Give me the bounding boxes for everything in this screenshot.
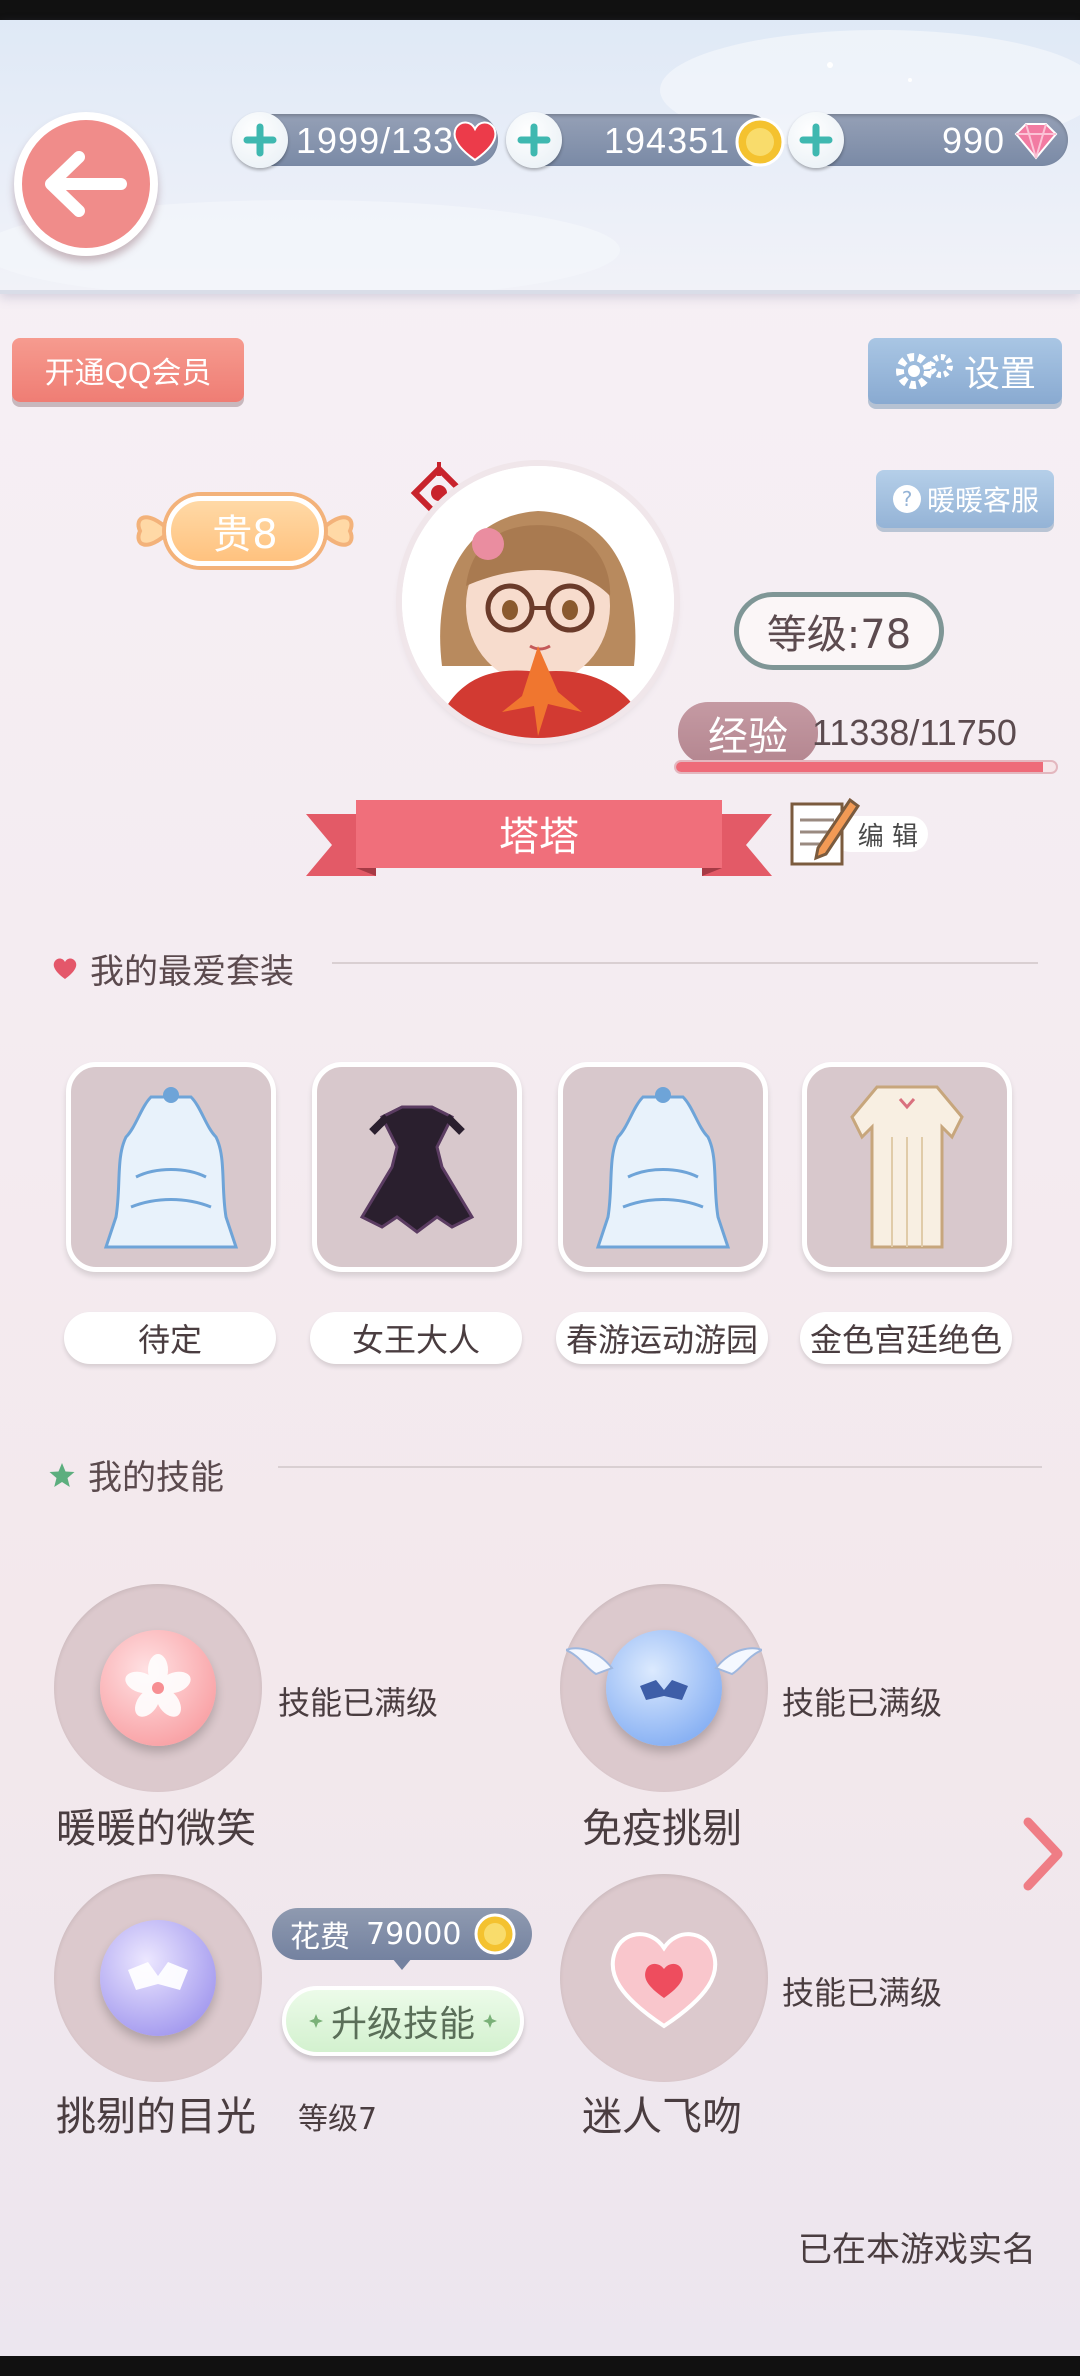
heart-kiss-icon — [610, 1932, 718, 2029]
question-icon: ? — [892, 485, 921, 513]
player-name: 塔塔 — [499, 814, 579, 860]
diamond-bar: 990 — [788, 112, 1068, 168]
favorites-title: 我的最爱套装 — [90, 952, 294, 992]
skill-4-name: 迷人飞吻 — [582, 2094, 742, 2140]
outfit-label-4: 金色宫廷绝色 — [800, 1312, 1012, 1364]
upgrade-label: 升级技能 — [330, 2004, 475, 2045]
blue-dress-icon — [595, 1087, 731, 1249]
heart-icon — [53, 957, 77, 979]
bottom-strip — [0, 2356, 1080, 2376]
skill-4-icon-button[interactable] — [560, 1874, 768, 2082]
favorites-divider — [332, 962, 1038, 964]
cream-dress-icon — [850, 1085, 964, 1249]
avatar-portrait — [402, 466, 674, 738]
sparkle-icon — [483, 2014, 497, 2028]
svg-text:?: ? — [902, 487, 913, 511]
status-strip — [0, 0, 1080, 20]
skill-2-icon-button[interactable] — [560, 1584, 768, 1792]
add-diamond-button[interactable] — [788, 112, 844, 168]
upgrade-cost-bubble: 花费 79000 — [272, 1908, 532, 1960]
noble-rank-label: 贵8 — [166, 496, 324, 566]
add-gold-button[interactable] — [506, 112, 562, 168]
realname-notice: 已在本游戏实名 — [798, 2230, 1036, 2270]
skill-3-name: 挑剔的目光 — [56, 2094, 256, 2140]
cost-label: 花费 — [290, 1920, 350, 1955]
gold-value: 194351 — [604, 120, 731, 161]
customer-service-button[interactable]: ? 暖暖客服 — [876, 470, 1054, 528]
outfit-slot-3[interactable] — [558, 1062, 768, 1272]
star-icon — [49, 1462, 75, 1487]
diamond-value: 990 — [942, 120, 1006, 161]
blue-dress-icon — [103, 1087, 239, 1249]
stamina-value: 1999/133 — [296, 120, 455, 161]
mask-icon — [100, 1920, 216, 2036]
gold-bar: 194351 — [506, 112, 785, 168]
settings-button[interactable]: 设置 — [868, 338, 1062, 404]
diamond-icon — [1014, 123, 1058, 160]
skill-1-icon-button[interactable] — [54, 1584, 262, 1792]
skill-3-icon-button[interactable] — [54, 1874, 262, 2082]
plus-icon — [517, 123, 551, 157]
favorites-section-title: 我的最爱套装 — [52, 944, 294, 993]
player-level: 等级:78 — [734, 592, 944, 670]
upgrade-skill-button[interactable]: 升级技能 — [282, 1986, 524, 2056]
exp-progress-bar — [674, 760, 1058, 774]
outfit-slot-2[interactable] — [312, 1062, 522, 1272]
noble-rank-badge[interactable]: 贵8 — [126, 488, 364, 574]
player-avatar[interactable] — [402, 466, 674, 738]
chevron-right-icon[interactable] — [1020, 1816, 1064, 1892]
outfit-label-3: 春游运动游园 — [556, 1312, 768, 1364]
skill-1-status: 技能已满级 — [278, 1684, 439, 1722]
plus-icon — [243, 123, 277, 157]
back-button[interactable] — [14, 112, 158, 256]
outfit-slot-1[interactable] — [66, 1062, 276, 1272]
outfit-slot-4[interactable] — [802, 1062, 1012, 1272]
sakura-icon — [100, 1630, 216, 1746]
settings-label: 设置 — [963, 354, 1036, 395]
skills-divider — [278, 1466, 1042, 1468]
black-dress-icon — [359, 1105, 475, 1234]
exp-label: 经验 — [678, 702, 818, 764]
gold-coin-icon — [735, 117, 785, 167]
cost-bubble-tail — [392, 1958, 412, 1970]
wings-decoration — [566, 1647, 762, 1676]
gear-icon — [895, 353, 953, 389]
service-label: 暖暖客服 — [926, 484, 1039, 517]
skill-2-status: 技能已满级 — [782, 1684, 943, 1722]
skill-2-name: 免疫挑剔 — [582, 1806, 742, 1852]
skill-3-level: 等级7 — [298, 2102, 378, 2137]
skill-4-status: 技能已满级 — [782, 1974, 943, 2012]
cost-value: 79000 — [366, 1916, 462, 1952]
heart-icon — [453, 121, 497, 162]
skill-1-name: 暖暖的微笑 — [56, 1806, 256, 1852]
plus-icon — [799, 123, 833, 157]
skills-section-title: 我的技能 — [48, 1450, 224, 1499]
exp-value: 11338/11750 — [812, 712, 1017, 753]
qq-vip-button[interactable]: 开通QQ会员 — [12, 338, 244, 402]
gold-coin-icon — [474, 1913, 516, 1955]
edit-profile-button[interactable]: 编 辑 — [788, 790, 940, 870]
outfit-label-1: 待定 — [64, 1312, 276, 1364]
notepad-pencil-icon — [790, 797, 860, 866]
stamina-bar: 1999/133 — [232, 112, 498, 168]
add-stamina-button[interactable] — [232, 112, 288, 168]
skills-title: 我的技能 — [88, 1458, 224, 1498]
player-name-ribbon: 塔塔 — [306, 798, 772, 882]
exp-progress-fill — [676, 762, 1043, 772]
sparkle-icon — [308, 2014, 323, 2028]
arrow-left-icon — [45, 151, 127, 217]
outfit-label-2: 女王大人 — [310, 1312, 522, 1364]
